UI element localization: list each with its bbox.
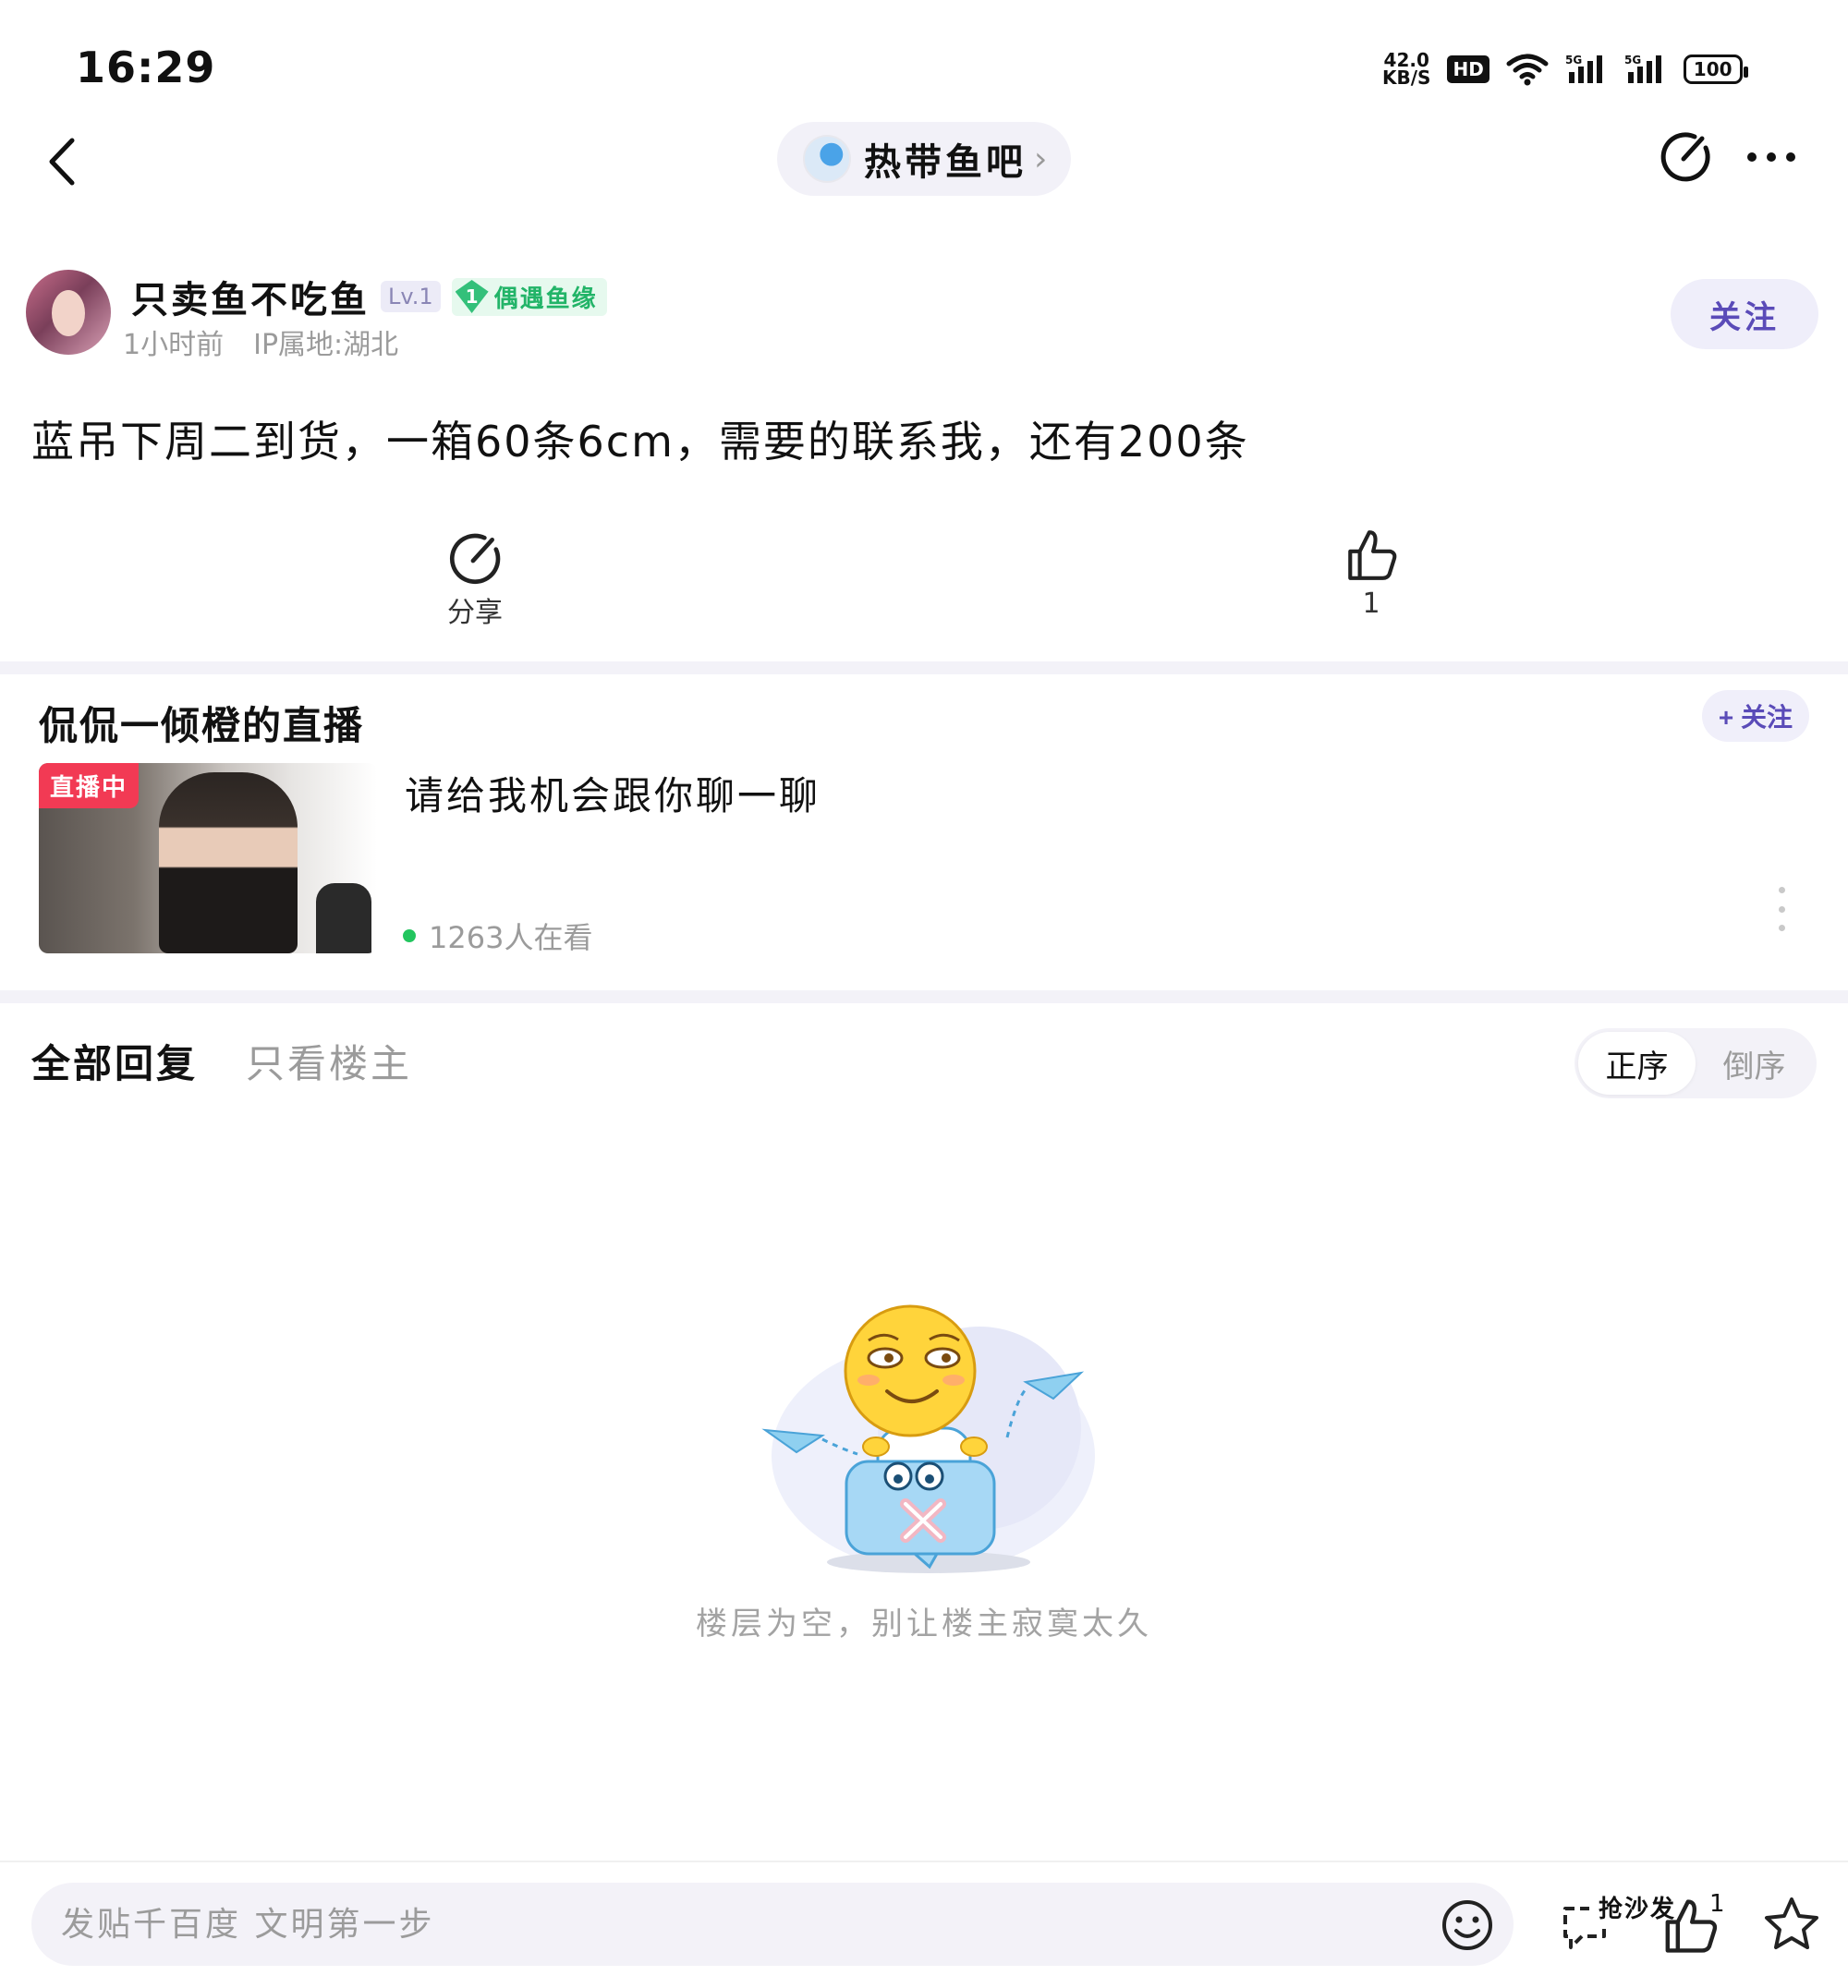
svg-text:5G: 5G (1624, 54, 1641, 67)
avatar[interactable] (26, 270, 111, 355)
sort-toggle: 正序 倒序 (1574, 1028, 1817, 1098)
share-button[interactable]: 分享 (438, 532, 512, 630)
fan-badge[interactable]: 1 偶遇鱼缘 (451, 277, 607, 316)
post-content: 蓝吊下周二到货，一箱60条6cm，需要的联系我，还有200条 (31, 417, 1249, 467)
empty-state-illustration (761, 1304, 1095, 1573)
like-button[interactable]: 1 (1334, 527, 1408, 620)
post-time: 1小时前 (123, 329, 225, 361)
network-speed: 42.0 KB/S (1382, 51, 1431, 89)
section-divider (0, 661, 1848, 674)
follow-button[interactable]: 关注 (1671, 279, 1818, 349)
tab-all-replies[interactable]: 全部回复 (31, 1033, 198, 1089)
author-name[interactable]: 只卖鱼不吃鱼 (131, 270, 370, 323)
ip-location: IP属地:湖北 (253, 329, 399, 361)
level-badge: Lv.1 (381, 281, 441, 312)
fan-badge-label: 偶遇鱼缘 (493, 285, 598, 313)
hd-badge: HD (1447, 55, 1489, 83)
star-icon[interactable] (1761, 1894, 1822, 1955)
network-speed-unit: KB/S (1382, 67, 1431, 89)
live-channel-title[interactable]: 侃侃一倾橙的直播 (39, 695, 364, 751)
live-viewers: 1263人在看 (403, 915, 592, 957)
sort-ascending[interactable]: 正序 (1578, 1032, 1696, 1095)
forum-logo (803, 135, 851, 183)
signal-icon: 5G (1624, 54, 1661, 83)
live-badge: 直播中 (39, 763, 140, 808)
like-icon (1348, 530, 1397, 580)
share-label: 分享 (447, 597, 503, 629)
background-chair (316, 883, 371, 953)
emoji-icon[interactable] (1440, 1897, 1495, 1953)
svg-text:5G: 5G (1565, 54, 1582, 67)
more-vertical-icon[interactable] (1772, 887, 1791, 931)
fan-level-icon: 1 (455, 280, 489, 313)
status-time: 16:29 (76, 42, 216, 92)
author-info: 只卖鱼不吃鱼 Lv.1 1 偶遇鱼缘 (131, 270, 607, 323)
tab-op-only[interactable]: 只看楼主 (246, 1033, 412, 1089)
bottom-like-count: 1 (1709, 1890, 1725, 1918)
status-indicators: 42.0 KB/S HD 5G 5G 100 (1382, 48, 1748, 91)
wifi-icon (1506, 54, 1549, 86)
forum-name: 热带鱼吧 (864, 141, 1027, 184)
live-follow-button[interactable]: + 关注 (1702, 690, 1809, 742)
viewer-count: 1263人在看 (429, 920, 593, 955)
signal-icon: 5G (1565, 54, 1602, 83)
share-icon (449, 533, 501, 585)
section-divider (0, 990, 1848, 1003)
more-icon[interactable] (1745, 139, 1798, 176)
live-subject[interactable]: 请给我机会跟你聊一聊 (405, 765, 821, 821)
empty-state-text: 楼层为空，别让楼主寂寞太久 (696, 1606, 1152, 1643)
online-dot-icon (403, 929, 416, 942)
sort-descending[interactable]: 倒序 (1696, 1032, 1813, 1095)
battery-indicator: 100 (1683, 55, 1748, 84)
comment-input[interactable] (31, 1883, 1514, 1966)
chevron-right-icon: › (1034, 139, 1048, 178)
post-meta: 1小时前 IP属地:湖北 (123, 321, 398, 362)
share-icon[interactable] (1660, 131, 1711, 183)
forum-link[interactable]: 热带鱼吧 › (777, 122, 1071, 196)
streamer-image (159, 772, 298, 953)
like-count: 1 (1362, 588, 1380, 620)
back-icon[interactable] (37, 129, 92, 194)
